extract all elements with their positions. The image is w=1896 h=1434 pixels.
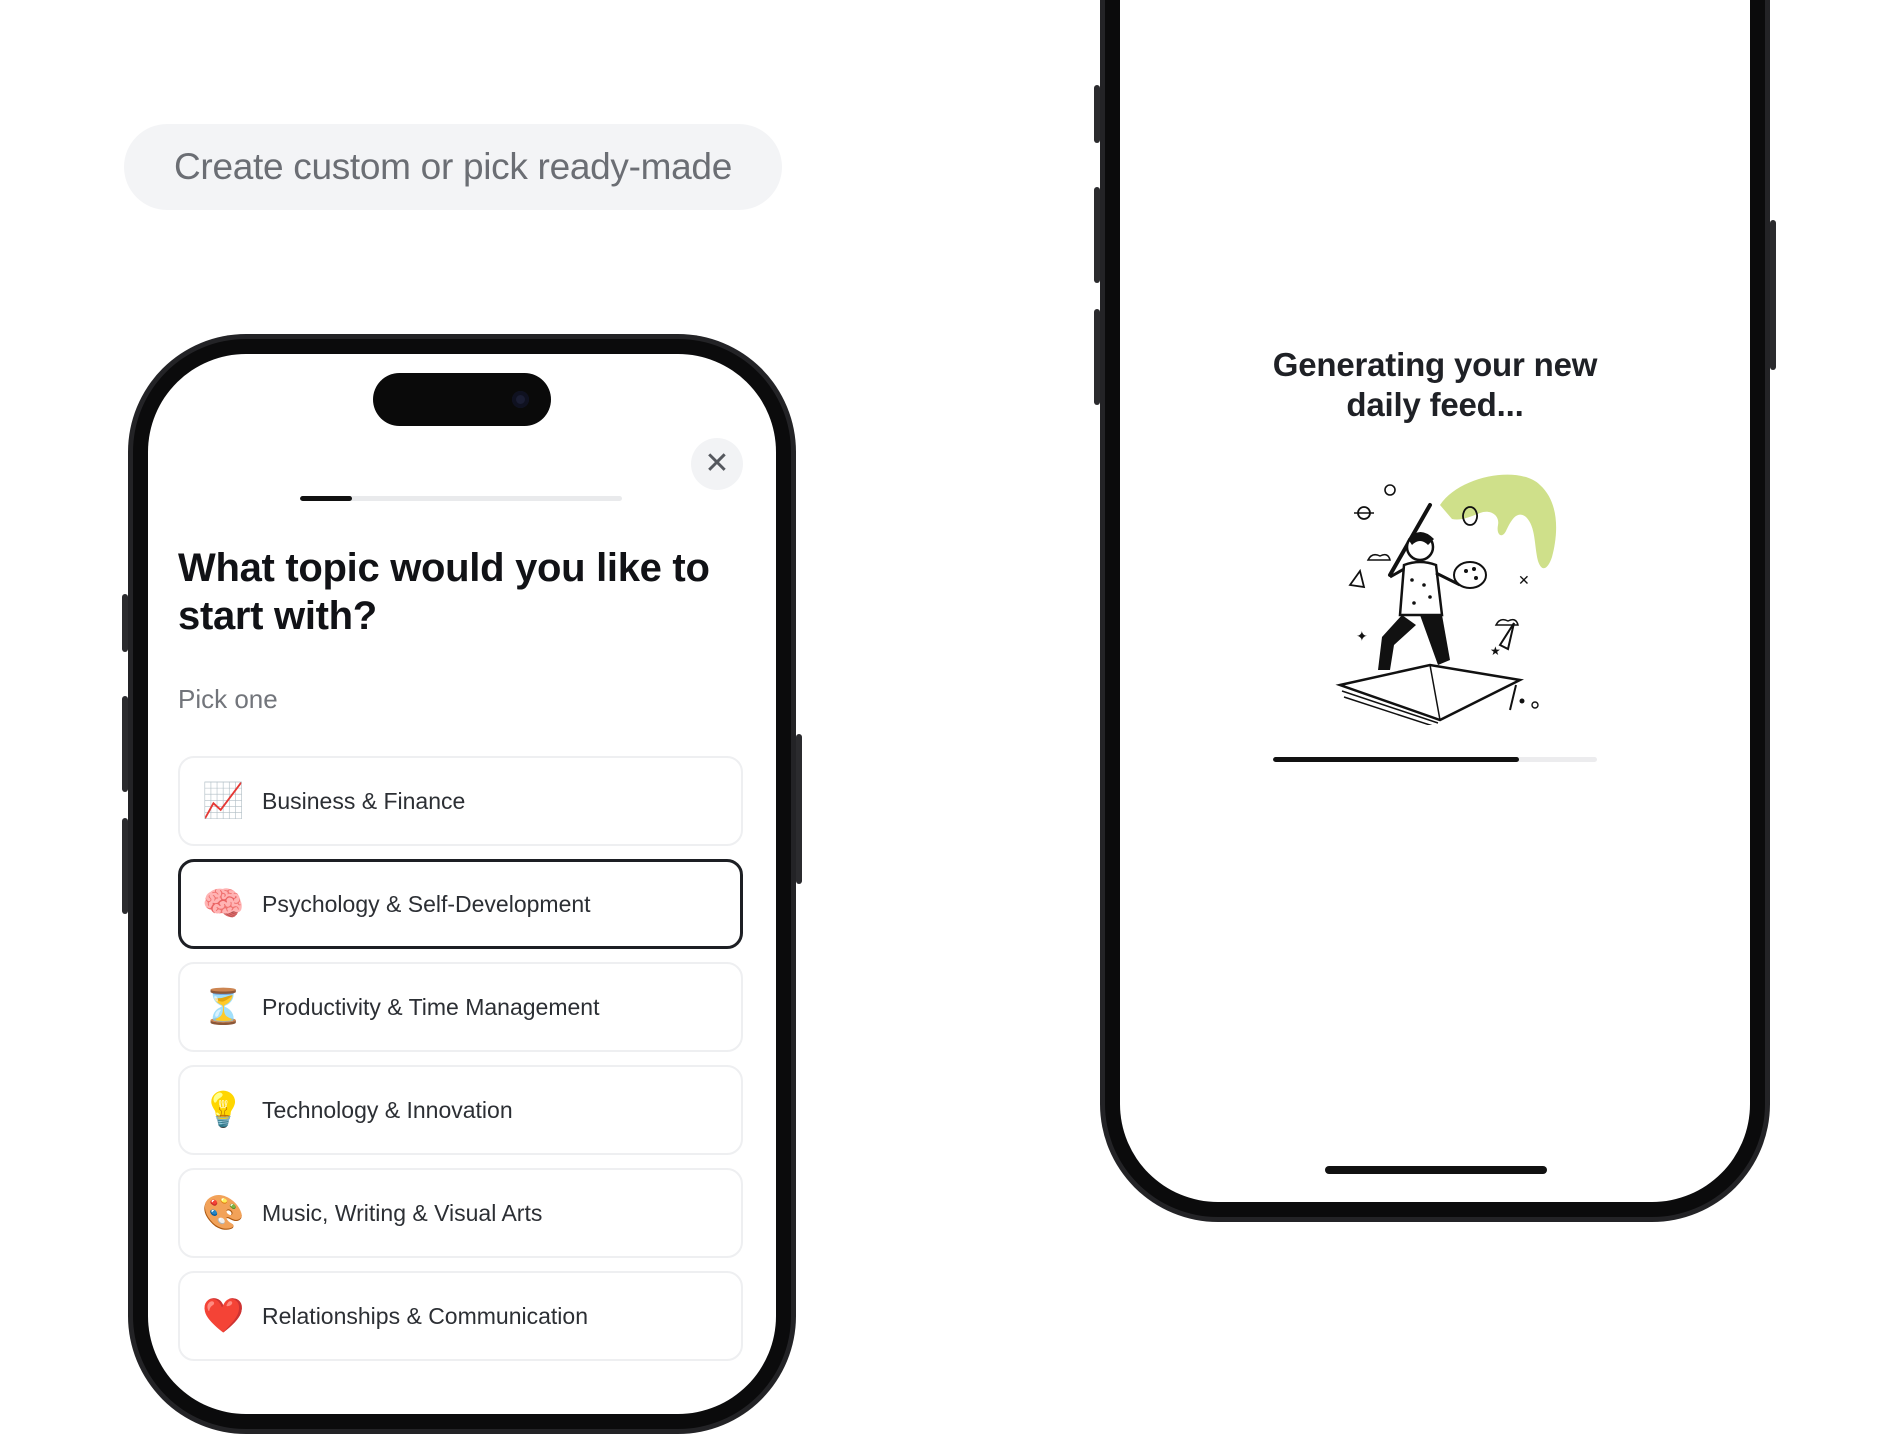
phone-loading-screen: Generating your new daily feed... ✕ ✦ ★	[1094, 0, 1776, 1222]
topic-screen: ✕ What topic would you like to start wit…	[148, 354, 776, 1414]
topic-option-label: Business & Finance	[262, 787, 466, 814]
topic-option-label: Productivity & Time Management	[262, 993, 600, 1020]
home-indicator	[1325, 1166, 1547, 1174]
close-icon: ✕	[704, 447, 730, 480]
close-button[interactable]: ✕	[691, 438, 743, 490]
action-button	[1094, 85, 1100, 143]
topic-option[interactable]: ❤️ Relationships & Communication	[178, 1271, 743, 1361]
power-button	[796, 734, 802, 884]
phone-topic-screen: ✕ What topic would you like to start wit…	[122, 334, 802, 1434]
loading-progress-bar	[1273, 757, 1597, 762]
topic-option-label: Music, Writing & Visual Arts	[262, 1199, 543, 1226]
topic-option-label: Technology & Innovation	[262, 1096, 513, 1123]
paint-splash-icon	[1440, 474, 1557, 569]
person-legs-icon	[1378, 615, 1416, 670]
topic-option[interactable]: ⏳ Productivity & Time Management	[178, 962, 743, 1052]
loading-screen: Generating your new daily feed... ✕ ✦ ★	[1120, 0, 1750, 1202]
cloud-icon	[1366, 553, 1391, 561]
volume-up-button	[122, 696, 128, 792]
svg-text:✕: ✕	[1518, 572, 1530, 588]
open-book-icon	[1335, 663, 1524, 722]
page-title: What topic would you like to start with?	[178, 546, 710, 638]
palette-icon: 🎨	[202, 1193, 245, 1233]
dynamic-island	[373, 373, 551, 426]
red-heart-icon: ❤️	[202, 1296, 245, 1336]
topic-options-list: 📈 Business & Finance 🧠 Psychology & Self-De…	[178, 756, 743, 1374]
palette-icon	[1453, 561, 1487, 589]
onboarding-progress-bar	[300, 496, 622, 501]
chart-increasing-icon: 📈	[202, 781, 245, 821]
light-bulb-icon: 💡	[202, 1090, 245, 1130]
svg-text:★: ★	[1490, 644, 1501, 658]
loading-title: Generating your new daily feed...	[1120, 345, 1750, 425]
kite-icon	[1498, 622, 1515, 651]
volume-down-button	[1094, 309, 1100, 405]
person-torso-icon	[1398, 560, 1444, 617]
power-button	[1770, 220, 1776, 370]
page-subtitle: Pick one	[178, 684, 278, 714]
hourglass-icon: ⏳	[202, 987, 245, 1027]
onboarding-progress-fill	[300, 496, 352, 501]
volume-up-button	[1094, 187, 1100, 283]
brain-icon: 🧠	[202, 884, 245, 924]
loading-title-line1: Generating your new	[1272, 346, 1598, 383]
painter-on-book-illustration: ✕ ✦ ★	[1335, 474, 1557, 725]
topic-option[interactable]: 📈 Business & Finance	[178, 756, 743, 846]
light-bulb-icon	[1384, 484, 1396, 496]
rocket-icon	[1348, 568, 1366, 589]
topic-option[interactable]: 💡 Technology & Innovation	[178, 1065, 743, 1155]
svg-text:✦: ✦	[1356, 628, 1368, 644]
action-button	[122, 594, 128, 652]
loading-title-line2: daily feed...	[1346, 386, 1524, 423]
topic-option-label: Relationships & Communication	[262, 1302, 588, 1329]
topic-option[interactable]: 🧠 Psychology & Self-Development	[178, 859, 743, 949]
pencil-icon	[1509, 684, 1517, 711]
topic-option[interactable]: 🎨 Music, Writing & Visual Arts	[178, 1168, 743, 1258]
header-pill: Create custom or pick ready-made	[124, 124, 782, 210]
topic-option-label: Psychology & Self-Development	[262, 890, 591, 917]
loading-progress-fill	[1273, 757, 1520, 762]
camera-icon	[512, 391, 529, 408]
volume-down-button	[122, 818, 128, 914]
